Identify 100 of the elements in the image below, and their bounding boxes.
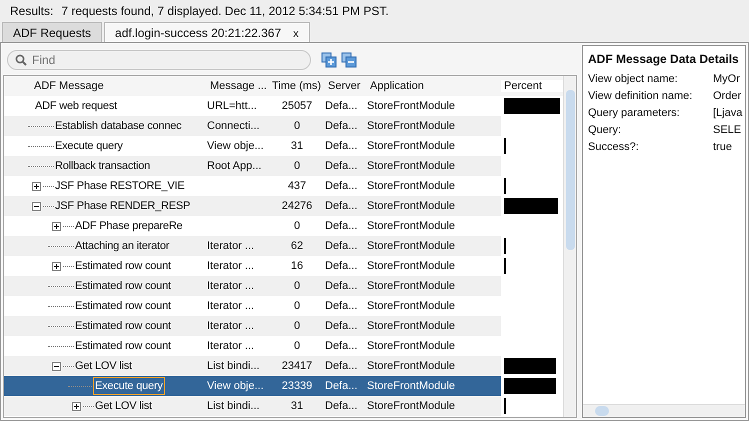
message-text: Attaching an iterator	[74, 239, 170, 254]
server-text: Defa...	[325, 299, 358, 314]
column-header[interactable]: Time (ms)	[269, 80, 325, 92]
message-text: JSF Phase RENDER_RESP	[54, 199, 192, 214]
server-text: Defa...	[325, 359, 358, 374]
field-value: Order	[713, 90, 742, 102]
message-text: Estimated row count	[74, 259, 172, 274]
message-type-text: Iterator ...	[207, 339, 256, 354]
field-value: SELE	[713, 124, 742, 136]
search-field[interactable]: Find	[7, 50, 311, 70]
server-text: Defa...	[325, 399, 358, 414]
horizontal-scrollbar[interactable]	[583, 404, 745, 417]
message-text: Get LOV list	[74, 359, 133, 374]
message-text: Establish database connec	[54, 119, 182, 134]
time-text: 437	[286, 179, 308, 194]
table-row[interactable]: Get LOV list List bindi... 23417 Defa... StoreFrontModule	[4, 356, 563, 376]
message-type-text: Root App...	[207, 159, 262, 174]
table-row[interactable]: Estimated row count Iterator ... 0 Defa... StoreFrontModule	[4, 296, 563, 316]
details-title: ADF Message Data Details	[587, 51, 740, 68]
toggle-icon[interactable]	[52, 222, 61, 230]
time-text: 0	[292, 299, 302, 314]
application-text: StoreFrontModule	[367, 99, 456, 114]
vertical-scrollbar[interactable]	[563, 76, 576, 417]
application-text: StoreFrontModule	[367, 399, 456, 414]
toggle-icon[interactable]	[32, 182, 41, 190]
message-text: JSF Phase RESTORE_VIE	[54, 179, 186, 194]
table-row[interactable]: Attaching an iterator Iterator ... 62 Defa... StoreFrontModule	[4, 236, 563, 256]
message-text: Execute query	[94, 378, 164, 394]
column-header[interactable]: ADF Message	[4, 80, 207, 92]
table-row[interactable]: Rollback transaction Root App... 0 Defa... StoreFrontModule	[4, 156, 563, 176]
table-row[interactable]: ADF web request URL=htt... 25057 Defa... StoreFrontModule	[4, 96, 563, 116]
expand-all-icon[interactable]	[321, 52, 337, 68]
field-label: View definition name:	[588, 90, 694, 102]
message-text: ADF Phase prepareRe	[74, 219, 184, 234]
table-row[interactable]: Execute query View obje... 23339 Defa... StoreFrontModule	[4, 376, 563, 396]
application-text: StoreFrontModule	[367, 319, 456, 334]
message-type-text: Iterator ...	[207, 279, 256, 294]
message-type-text: Iterator ...	[207, 319, 256, 334]
application-text: StoreFrontModule	[367, 219, 456, 234]
results-label: Results:	[10, 4, 54, 18]
tab[interactable]: adf.login-success 20:21:22.367 x	[104, 22, 310, 42]
message-type-text: List bindi...	[207, 399, 261, 414]
message-type-text: Iterator ...	[207, 259, 256, 274]
message-text: Estimated row count	[74, 279, 172, 294]
field-label: Query:	[588, 124, 622, 136]
time-text: 31	[290, 139, 304, 154]
toggle-icon[interactable]	[52, 262, 61, 270]
table-row[interactable]: Establish database connec Connecti... 0 Defa... StoreFrontModule	[4, 116, 563, 136]
table-row[interactable]: Estimated row count Iterator ... 0 Defa... StoreFrontModule	[4, 336, 563, 356]
server-text: Defa...	[325, 259, 358, 274]
table-row[interactable]: Execute query View obje... 31 Defa... StoreFrontModule	[4, 136, 563, 156]
message-text: Execute query	[54, 139, 124, 154]
column-header[interactable]: Server	[325, 80, 367, 92]
search-icon	[15, 54, 27, 66]
application-text: StoreFrontModule	[367, 299, 456, 314]
application-text: StoreFrontModule	[367, 279, 456, 294]
results-summary: 7 requests found, 7 displayed. Dec 11, 2012 5:34:51 PM PST.	[61, 4, 389, 18]
table-row[interactable]: Estimated row count Iterator ... 16 Defa... StoreFrontModule	[4, 256, 563, 276]
server-text: Defa...	[325, 119, 358, 134]
time-text: 0	[292, 339, 302, 354]
table-row[interactable]: JSF Phase RESTORE_VIE 437 Defa... StoreFrontModule	[4, 176, 563, 196]
server-text: Defa...	[325, 339, 358, 354]
server-text: Defa...	[325, 319, 358, 334]
column-header[interactable]: Message ...	[207, 80, 269, 92]
time-text: 23339	[280, 379, 314, 394]
application-text: StoreFrontModule	[367, 199, 456, 214]
message-type-text: Connecti...	[207, 119, 261, 134]
application-text: StoreFrontModule	[367, 139, 456, 154]
server-text: Defa...	[325, 239, 358, 254]
toggle-icon[interactable]	[72, 402, 81, 410]
field-value: true	[713, 141, 733, 153]
toggle-icon[interactable]	[32, 202, 41, 210]
message-type-text: List bindi...	[207, 359, 261, 374]
application-text: StoreFrontModule	[367, 379, 456, 394]
server-text: Defa...	[325, 379, 358, 394]
message-text: Get LOV list	[94, 399, 153, 414]
time-text: 24276	[280, 199, 314, 214]
message-type-text: View obje...	[207, 379, 265, 394]
server-text: Defa...	[325, 219, 358, 234]
message-text: Rollback transaction	[54, 159, 152, 174]
column-header[interactable]: Application	[367, 80, 501, 92]
message-type-text: URL=htt...	[207, 99, 258, 114]
application-text: StoreFrontModule	[367, 239, 456, 254]
toggle-icon[interactable]	[52, 362, 61, 370]
server-text: Defa...	[325, 179, 358, 194]
message-type-text: Iterator ...	[207, 299, 256, 314]
time-text: 31	[290, 399, 304, 414]
message-text: Estimated row count	[74, 339, 172, 354]
message-text: Estimated row count	[74, 299, 172, 314]
server-text: Defa...	[325, 199, 358, 214]
table-row[interactable]: ADF Phase prepareRe 0 Defa... StoreFrontModule	[4, 216, 563, 236]
collapse-all-icon[interactable]	[341, 52, 357, 68]
table-row[interactable]: Get LOV list List bindi... 31 Defa... StoreFrontModule	[4, 396, 563, 416]
close-button[interactable]: x	[293, 28, 299, 40]
table-row[interactable]: Estimated row count Iterator ... 0 Defa... StoreFrontModule	[4, 276, 563, 296]
table-row[interactable]: Estimated row count Iterator ... 0 Defa... StoreFrontModule	[4, 316, 563, 336]
column-header[interactable]: Percent	[501, 80, 563, 92]
field-value: [Ljava	[713, 107, 742, 119]
table-row[interactable]: JSF Phase RENDER_RESP 24276 Defa... StoreFrontModule	[4, 196, 563, 216]
tab[interactable]: ADF Requests	[2, 22, 102, 42]
